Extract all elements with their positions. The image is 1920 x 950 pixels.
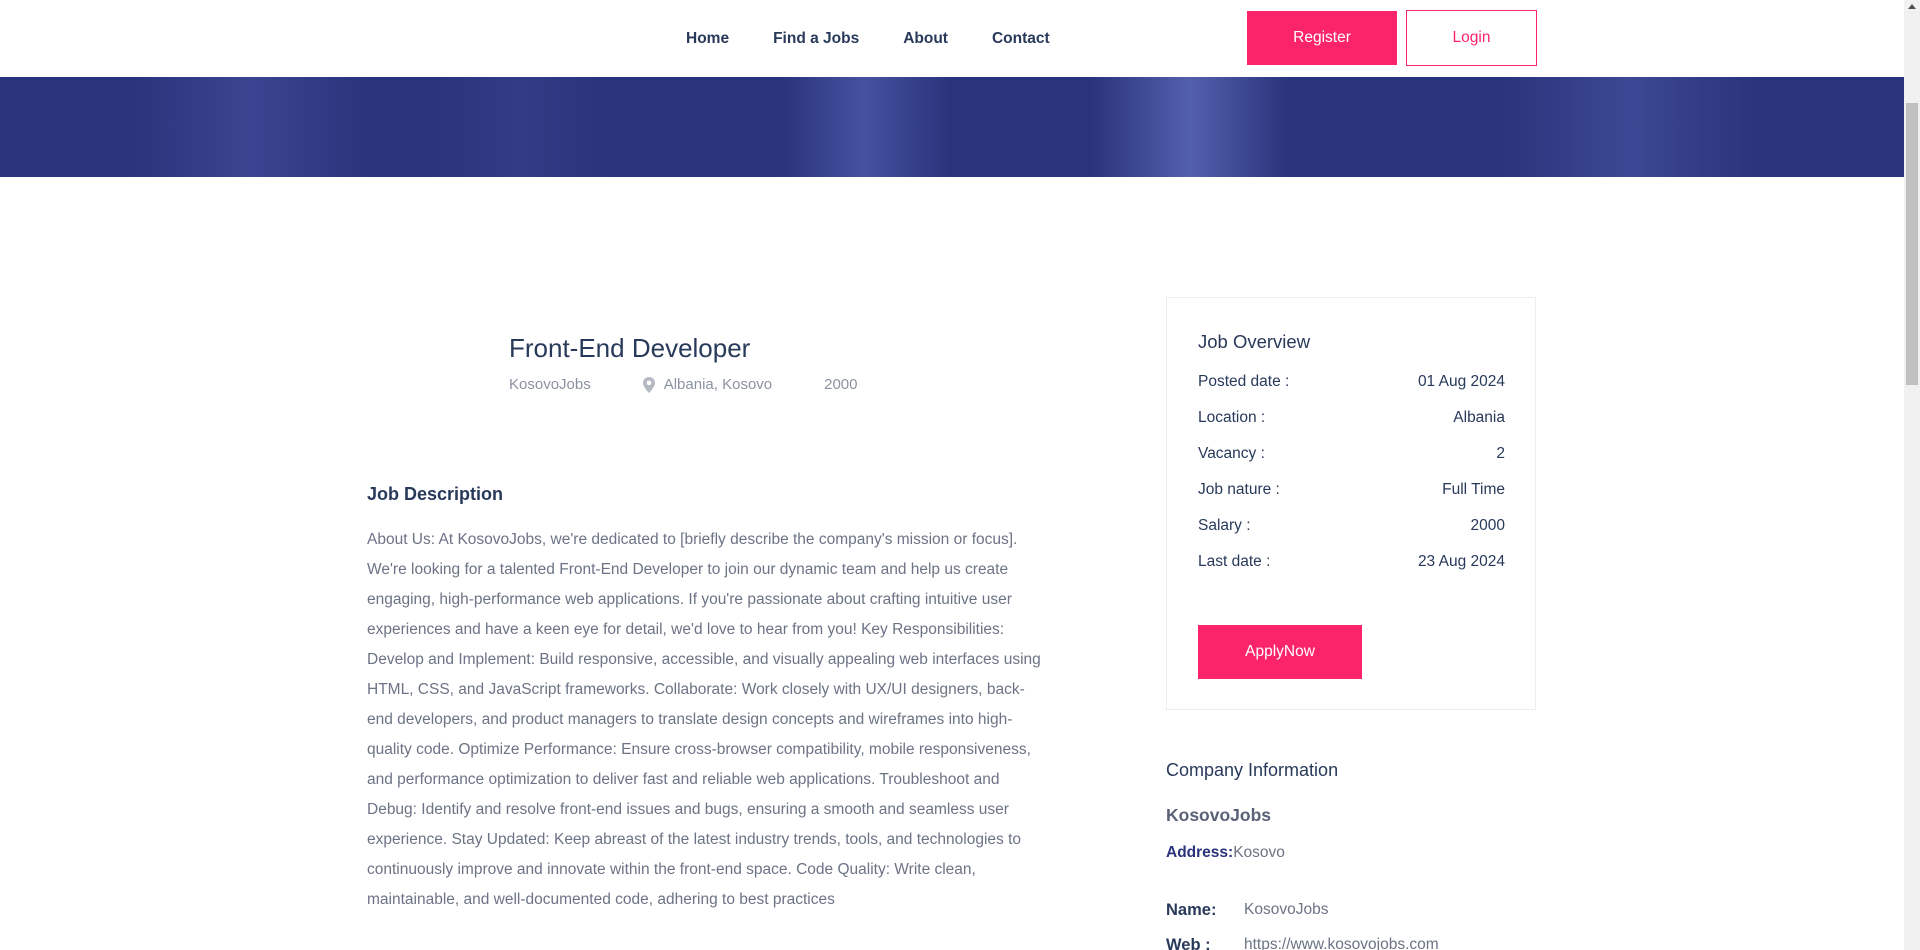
- overview-label: Job nature :: [1198, 481, 1280, 498]
- nav-find-jobs[interactable]: Find a Jobs: [773, 30, 859, 48]
- job-salary: 2000: [824, 376, 858, 393]
- scroll-up-arrow-icon[interactable]: [1908, 4, 1916, 9]
- overview-value: Full Time: [1442, 481, 1505, 498]
- overview-label: Last date :: [1198, 553, 1271, 570]
- overview-value: 2000: [1470, 517, 1505, 534]
- company-web-label: Web :: [1166, 936, 1211, 950]
- overview-row-posted-date: Posted date : 01 Aug 2024: [1198, 373, 1505, 391]
- overview-row-salary: Salary : 2000: [1198, 517, 1505, 535]
- nav-home[interactable]: Home: [686, 30, 729, 48]
- nav-contact[interactable]: Contact: [992, 30, 1050, 48]
- overview-label: Vacancy :: [1198, 445, 1265, 462]
- overview-value: 2: [1496, 445, 1505, 462]
- site-header: Home Find a Jobs About Contact Register …: [0, 0, 1904, 77]
- overview-value: 01 Aug 2024: [1417, 373, 1505, 390]
- overview-row-job-nature: Job nature : Full Time: [1198, 481, 1505, 499]
- company-name-label: Name:: [1166, 901, 1217, 919]
- hero-banner: [0, 77, 1904, 177]
- overview-label: Location :: [1198, 409, 1266, 426]
- company-name-value: KosovoJobs: [1244, 901, 1329, 918]
- company-address-value: Kosovo: [1233, 844, 1285, 861]
- company-name-row: Name: KosovoJobs: [1166, 901, 1328, 920]
- hero-figure-shade: [1500, 77, 1760, 177]
- job-title: Front-End Developer: [509, 333, 751, 363]
- main-nav: Home Find a Jobs About Contact: [686, 30, 1094, 48]
- overview-label: Salary :: [1198, 517, 1251, 534]
- company-address-label: Address:: [1166, 844, 1234, 861]
- hero-figure-shade: [1090, 77, 1290, 177]
- location-pin-icon: [642, 376, 655, 393]
- hero-figure-shade: [780, 77, 950, 177]
- job-description-heading: Job Description: [367, 484, 504, 504]
- job-location: Albania, Kosovo: [642, 376, 773, 393]
- overview-row-last-date: Last date : 23 Aug 2024: [1198, 553, 1505, 571]
- job-meta: KosovoJobs Albania, Kosovo 2000: [509, 376, 858, 393]
- register-button[interactable]: Register: [1247, 11, 1397, 65]
- company-info-heading: Company Information: [1166, 760, 1339, 780]
- overview-label: Posted date :: [1198, 373, 1290, 390]
- apply-now-button[interactable]: ApplyNow: [1198, 625, 1362, 679]
- company-name: KosovoJobs: [1166, 805, 1272, 825]
- page-scrollbar[interactable]: [1904, 0, 1920, 950]
- job-company: KosovoJobs: [509, 376, 591, 393]
- job-location-text: Albania, Kosovo: [663, 376, 773, 393]
- company-web-value[interactable]: https://www.kosovojobs.com: [1244, 936, 1439, 950]
- overview-value: 23 Aug 2024: [1417, 553, 1505, 570]
- scrollbar-thumb[interactable]: [1906, 103, 1918, 385]
- job-overview-title: Job Overview: [1198, 331, 1311, 352]
- overview-row-location: Location : Albania: [1198, 409, 1505, 427]
- overview-row-vacancy: Vacancy : 2: [1198, 445, 1505, 463]
- hero-figure-shade: [430, 77, 610, 177]
- company-address: Address:Kosovo: [1166, 844, 1285, 862]
- nav-about[interactable]: About: [903, 30, 948, 48]
- overview-value: Albania: [1453, 409, 1505, 426]
- hero-figure-shade: [130, 77, 370, 177]
- job-description-text: About Us: At KosovoJobs, we're dedicated…: [367, 531, 1041, 908]
- login-button[interactable]: Login: [1406, 10, 1537, 66]
- job-overview-card: Job Overview Posted date : 01 Aug 2024 L…: [1166, 297, 1536, 710]
- company-web-row: Web : https://www.kosovojobs.com: [1166, 936, 1439, 950]
